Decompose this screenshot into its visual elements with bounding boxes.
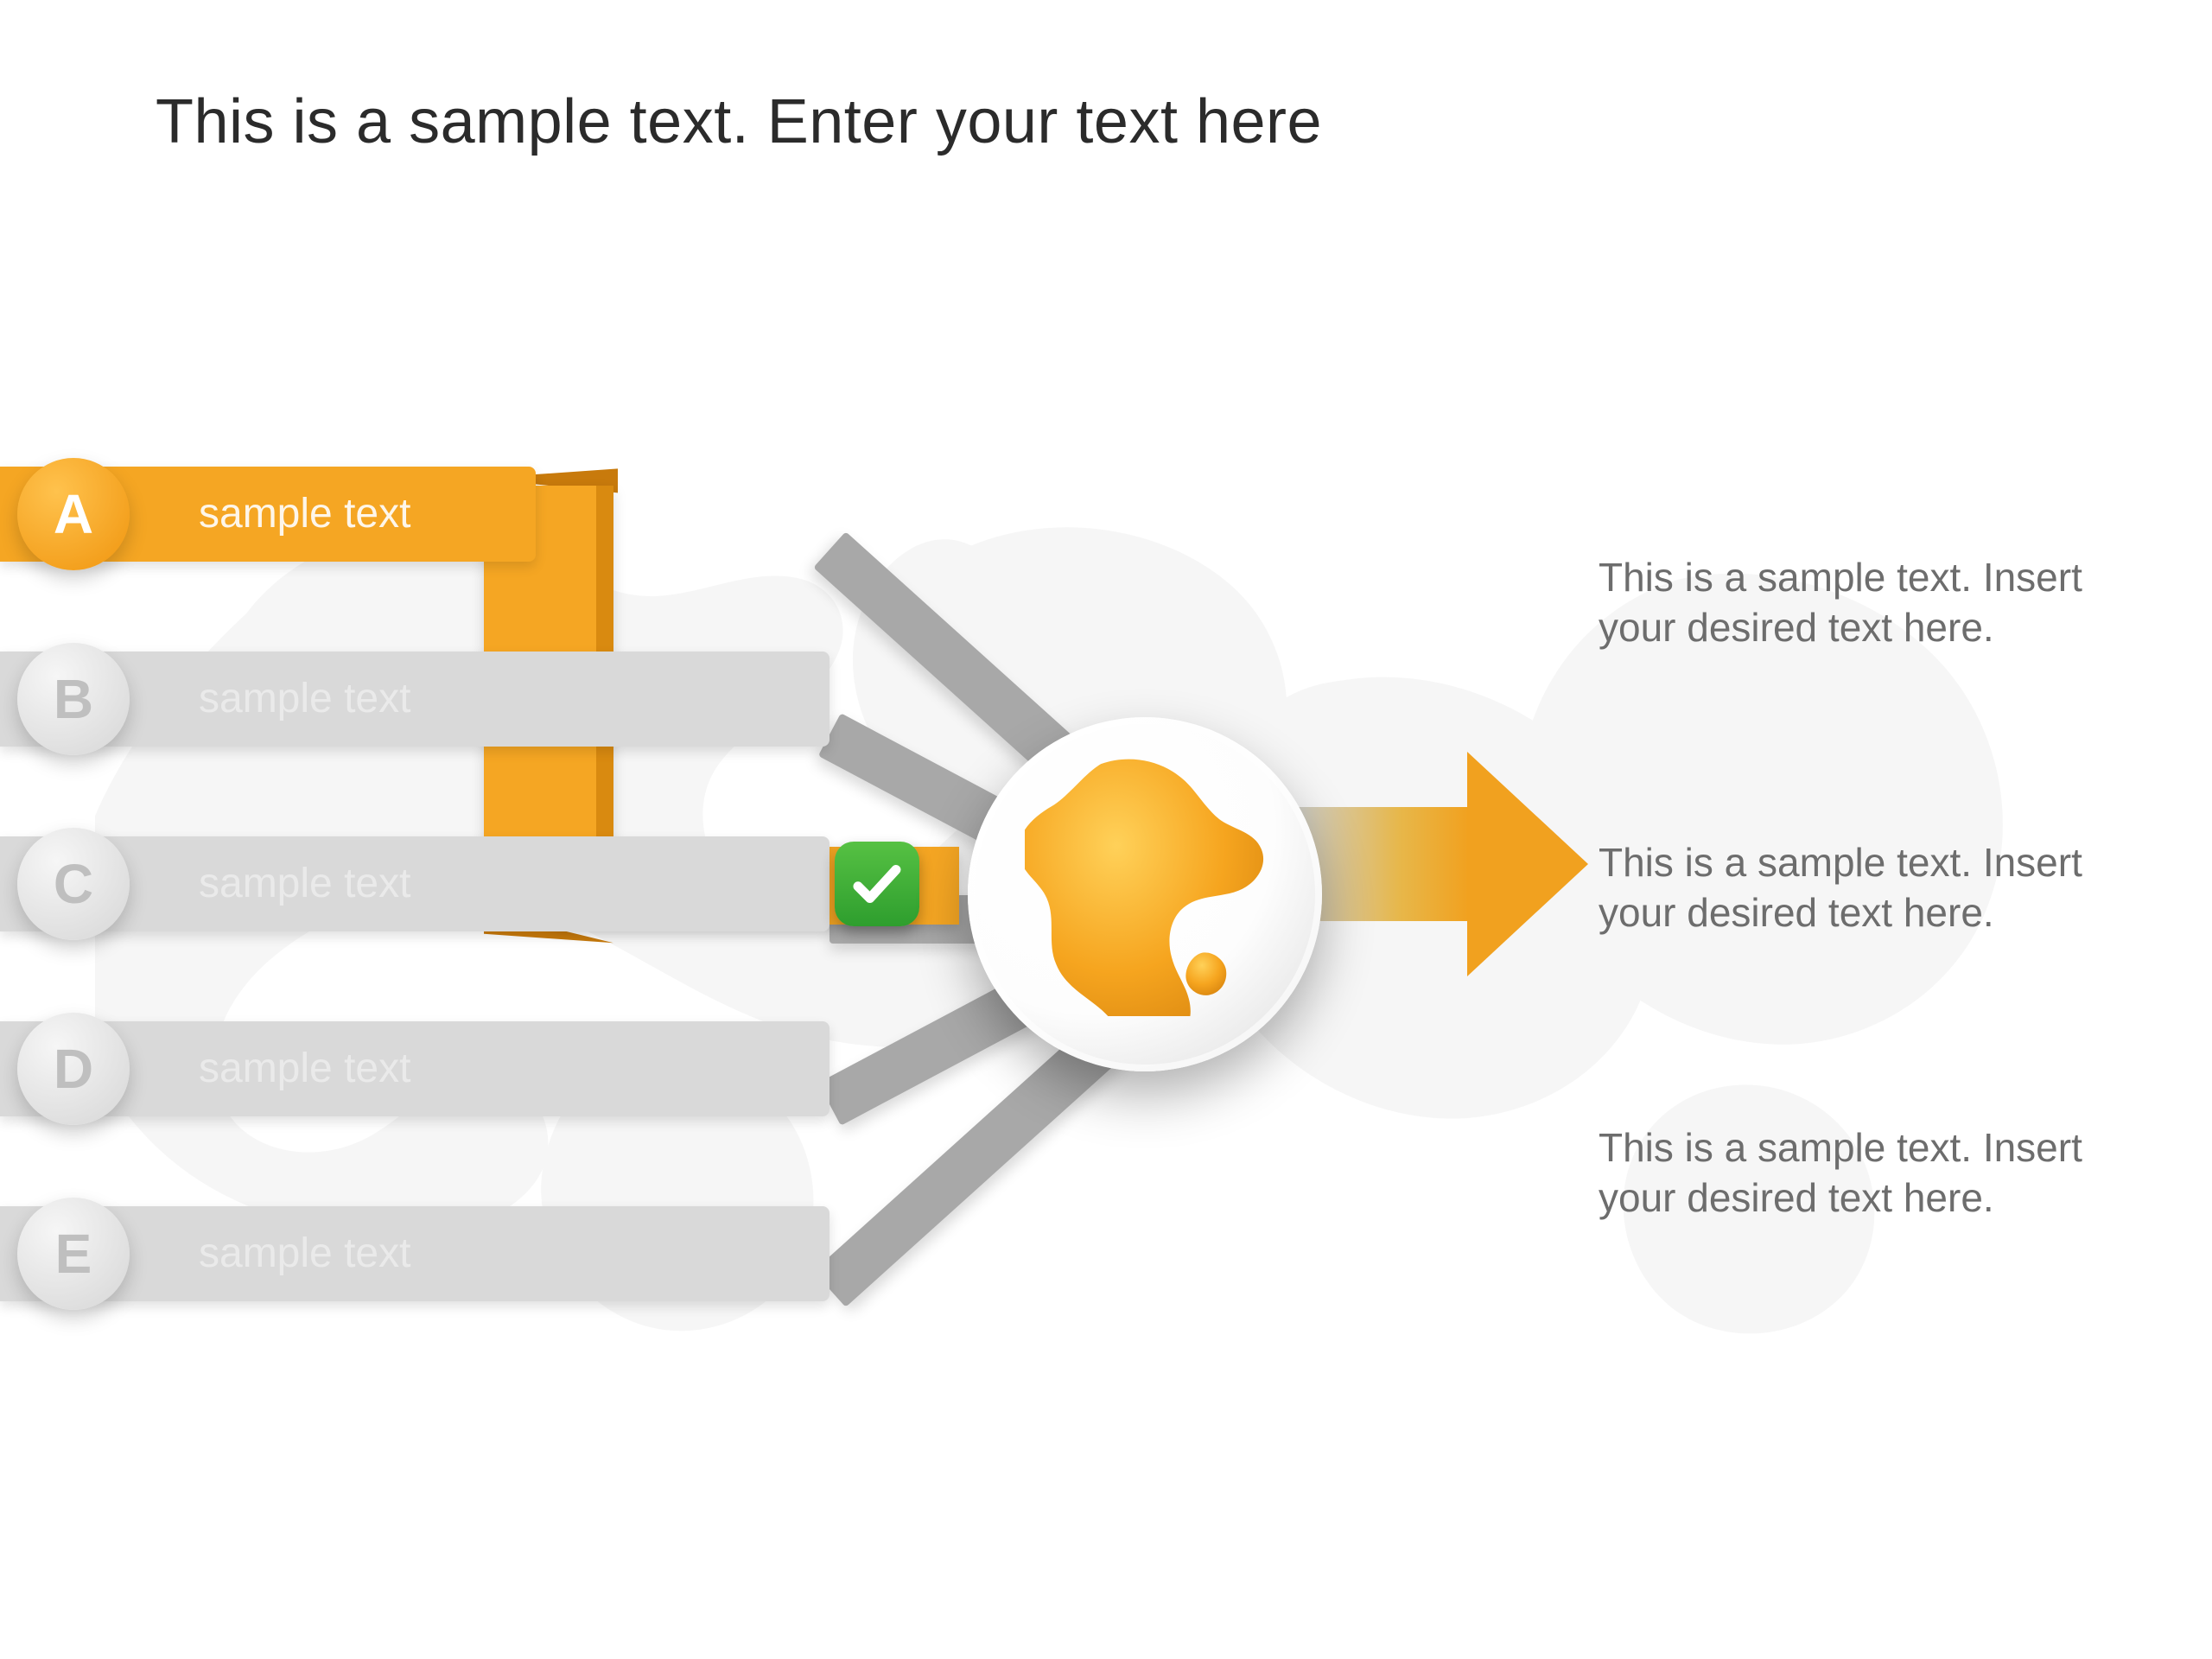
bar-label-e: sample text xyxy=(199,1206,410,1301)
bar-label-c: sample text xyxy=(199,836,410,931)
right-arrow-icon xyxy=(1296,752,1590,976)
bar-row-e: E sample text xyxy=(0,1206,864,1301)
slide-title: This is a sample text. Enter your text h… xyxy=(156,86,1322,157)
desc-text-2: This is a sample text. Insert your desir… xyxy=(1599,838,2100,938)
letter-badge-d: D xyxy=(17,1013,130,1125)
desc-text-3: This is a sample text. Insert your desir… xyxy=(1599,1123,2100,1223)
bar-row-a: A sample text xyxy=(0,467,864,562)
checkmark-icon xyxy=(835,842,919,926)
desc-text-1: This is a sample text. Insert your desir… xyxy=(1599,553,2100,652)
bar-label-d: sample text xyxy=(199,1021,410,1116)
bar-label-a: sample text xyxy=(199,467,410,562)
letter-badge-c: C xyxy=(17,828,130,940)
letter-badge-e: E xyxy=(17,1198,130,1310)
letter-badge-b: B xyxy=(17,643,130,755)
bar-row-c: C sample text xyxy=(0,836,864,931)
bar-list: A sample text B sample text C sample tex… xyxy=(0,467,864,1301)
globe-americas-icon xyxy=(968,717,1322,1071)
bar-label-b: sample text xyxy=(199,652,410,747)
bar-row-b: B sample text xyxy=(0,652,864,747)
bar-row-d: D sample text xyxy=(0,1021,864,1116)
letter-badge-a: A xyxy=(17,458,130,570)
